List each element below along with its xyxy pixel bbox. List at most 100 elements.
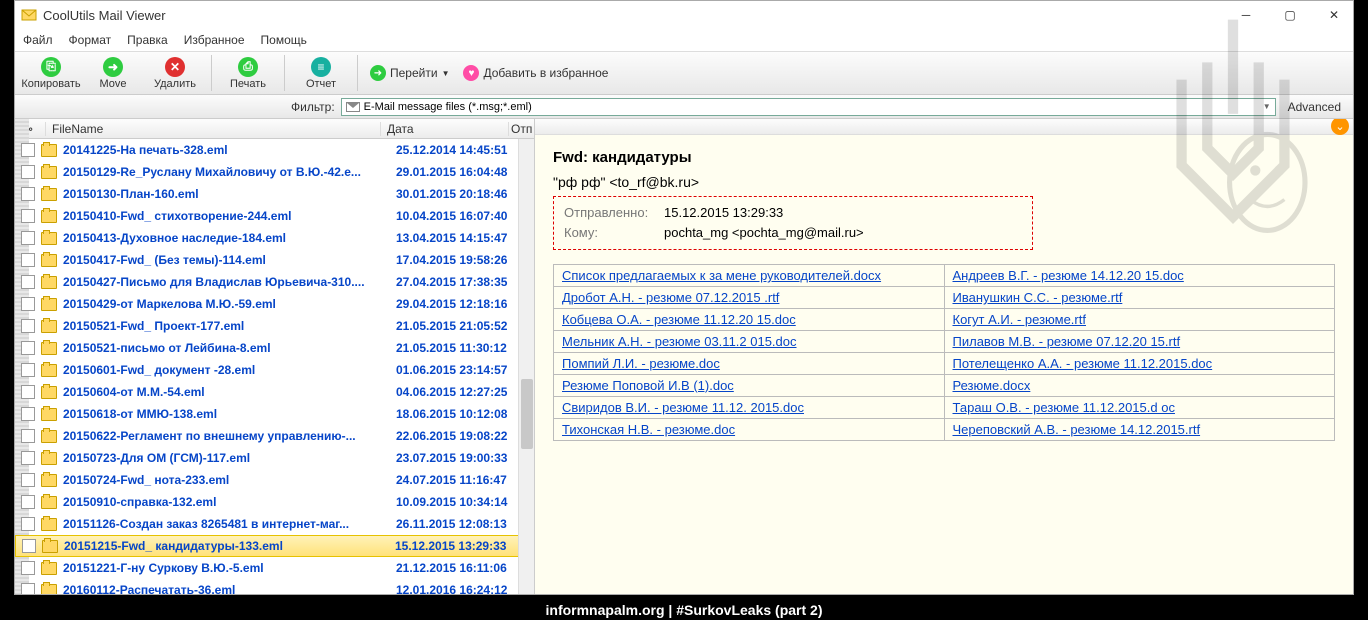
file-name: 20150521-Fwd_ Проект-177.eml bbox=[63, 319, 396, 333]
file-row[interactable]: 20150601-Fwd_ документ -28.eml01.06.2015… bbox=[15, 359, 534, 381]
file-row[interactable]: 20150130-План-160.eml30.01.2015 20:18:46 bbox=[15, 183, 534, 205]
checkbox[interactable] bbox=[21, 253, 35, 267]
attachment-link[interactable]: Мельник А.Н. - резюме 03.11.2 015.doc bbox=[562, 334, 797, 349]
file-row[interactable]: 20150723-Для ОМ (ГСМ)-117.eml23.07.2015 … bbox=[15, 447, 534, 469]
checkbox[interactable] bbox=[21, 473, 35, 487]
attachment-link[interactable]: Тараш О.В. - резюме 11.12.2015.d oc bbox=[953, 400, 1175, 415]
attachment-link[interactable]: Список предлагаемых к за мене руководите… bbox=[562, 268, 881, 283]
folder-icon bbox=[41, 342, 57, 355]
minimize-button[interactable]: ─ bbox=[1233, 5, 1259, 25]
file-date: 17.04.2015 19:58:26 bbox=[396, 253, 534, 267]
file-row[interactable]: 20150413-Духовное наследие-184.eml13.04.… bbox=[15, 227, 534, 249]
checkbox[interactable] bbox=[21, 561, 35, 575]
file-date: 26.11.2015 12:08:13 bbox=[396, 517, 534, 531]
filter-bar: Фильтр: E-Mail message files (*.msg;*.em… bbox=[15, 95, 1353, 119]
menu-edit[interactable]: Правка bbox=[127, 33, 168, 47]
file-date: 10.09.2015 10:34:14 bbox=[396, 495, 534, 509]
attachment-link[interactable]: Иванушкин С.С. - резюме.rtf bbox=[953, 290, 1123, 305]
file-row[interactable]: 20160112-Распечатать-36.eml12.01.2016 16… bbox=[15, 579, 534, 594]
file-row[interactable]: 20151215-Fwd_ кандидатуры-133.eml15.12.2… bbox=[15, 535, 534, 557]
file-list: 20141225-На печать-328.eml25.12.2014 14:… bbox=[15, 139, 534, 594]
file-row[interactable]: 20150427-Письмо для Владислав Юрьевича-3… bbox=[15, 271, 534, 293]
file-list-pane: ⊷ FileName Дата Отп 20141225-На печать-3… bbox=[15, 119, 535, 594]
menu-favorites[interactable]: Избранное bbox=[184, 33, 245, 47]
file-row[interactable]: 20150910-справка-132.eml10.09.2015 10:34… bbox=[15, 491, 534, 513]
checkbox[interactable] bbox=[21, 209, 35, 223]
chevron-down-icon[interactable]: ⌄ bbox=[1331, 119, 1349, 135]
file-name: 20150427-Письмо для Владислав Юрьевича-3… bbox=[63, 275, 396, 289]
file-row[interactable]: 20150604-от М.М.-54.eml04.06.2015 12:27:… bbox=[15, 381, 534, 403]
menu-format[interactable]: Формат bbox=[69, 33, 112, 47]
attachment-link[interactable]: Пилавов М.В. - резюме 07.12.20 15.rtf bbox=[953, 334, 1181, 349]
scrollbar[interactable] bbox=[518, 139, 534, 594]
attachment-link[interactable]: Андреев В.Г. - резюме 14.12.20 15.doc bbox=[953, 268, 1184, 283]
go-button[interactable]: ➜Перейти▼ bbox=[364, 63, 455, 83]
print-button[interactable]: ⎙Печать bbox=[218, 53, 278, 93]
add-favorite-button[interactable]: ♥Добавить в избранное bbox=[457, 63, 614, 83]
file-name: 20150724-Fwd_ нота-233.eml bbox=[63, 473, 396, 487]
checkbox[interactable] bbox=[21, 297, 35, 311]
file-row[interactable]: 20150618-от ММЮ-138.eml18.06.2015 10:12:… bbox=[15, 403, 534, 425]
attachment-link[interactable]: Череповский А.В. - резюме 14.12.2015.rtf bbox=[953, 422, 1201, 437]
file-row[interactable]: 20150521-Fwd_ Проект-177.eml21.05.2015 2… bbox=[15, 315, 534, 337]
file-row[interactable]: 20150724-Fwd_ нота-233.eml24.07.2015 11:… bbox=[15, 469, 534, 491]
folder-icon bbox=[41, 298, 57, 311]
delete-button[interactable]: ✕Удалить bbox=[145, 53, 205, 93]
maximize-button[interactable]: ▢ bbox=[1277, 5, 1303, 25]
checkbox[interactable] bbox=[21, 385, 35, 399]
filter-input[interactable]: E-Mail message files (*.msg;*.eml) ▼ bbox=[341, 98, 1276, 116]
menu-file[interactable]: Файл bbox=[23, 33, 53, 47]
attachment-link[interactable]: Свиридов В.И. - резюме 11.12. 2015.doc bbox=[562, 400, 804, 415]
file-row[interactable]: 20150417-Fwd_ (Без темы)-114.eml17.04.20… bbox=[15, 249, 534, 271]
attachment-link[interactable]: Помпий Л.И. - резюме.doc bbox=[562, 356, 720, 371]
report-button[interactable]: ≡Отчет bbox=[291, 53, 351, 93]
file-row[interactable]: 20150429-от Маркелова М.Ю.-59.eml29.04.2… bbox=[15, 293, 534, 315]
file-row[interactable]: 20151126-Создан заказ 8265481 в интернет… bbox=[15, 513, 534, 535]
folder-icon bbox=[41, 254, 57, 267]
attachment-link[interactable]: Тихонская Н.В. - резюме.doc bbox=[562, 422, 735, 437]
checkbox[interactable] bbox=[21, 165, 35, 179]
col-date[interactable]: Дата bbox=[380, 122, 508, 136]
attachment-link[interactable]: Потелещенко А.А. - резюме 11.12.2015.doc bbox=[953, 356, 1213, 371]
file-row[interactable]: 20141225-На печать-328.eml25.12.2014 14:… bbox=[15, 139, 534, 161]
checkbox[interactable] bbox=[21, 517, 35, 531]
attachment-link[interactable]: Когут А.И. - резюме.rtf bbox=[953, 312, 1086, 327]
advanced-link[interactable]: Advanced bbox=[1282, 100, 1347, 114]
folder-icon bbox=[41, 518, 57, 531]
checkbox[interactable] bbox=[21, 231, 35, 245]
checkbox[interactable] bbox=[21, 341, 35, 355]
checkbox[interactable] bbox=[21, 143, 35, 157]
checkbox[interactable] bbox=[21, 407, 35, 421]
move-button[interactable]: ➜Move bbox=[83, 53, 143, 93]
col-from[interactable]: Отп bbox=[508, 122, 534, 136]
attachment-link[interactable]: Резюме Поповой И.В (1).doc bbox=[562, 378, 734, 393]
attachment-link[interactable]: Дробот А.Н. - резюме 07.12.2015 .rtf bbox=[562, 290, 779, 305]
checkbox[interactable] bbox=[22, 539, 36, 553]
checkbox[interactable] bbox=[21, 451, 35, 465]
close-button[interactable]: ✕ bbox=[1321, 5, 1347, 25]
checkbox[interactable] bbox=[21, 187, 35, 201]
file-row[interactable]: 20150129-Re_Руслану Михайловичу от В.Ю.-… bbox=[15, 161, 534, 183]
filter-label: Фильтр: bbox=[291, 100, 335, 114]
checkbox[interactable] bbox=[21, 319, 35, 333]
copy-button[interactable]: ⎘Копировать bbox=[21, 53, 81, 93]
checkbox[interactable] bbox=[21, 583, 35, 594]
attachment-link[interactable]: Кобцева О.А. - резюме 11.12.20 15.doc bbox=[562, 312, 796, 327]
folder-icon bbox=[41, 144, 57, 157]
file-date: 18.06.2015 10:12:08 bbox=[396, 407, 534, 421]
checkbox[interactable] bbox=[21, 275, 35, 289]
checkbox[interactable] bbox=[21, 363, 35, 377]
file-row[interactable]: 20150410-Fwd_ стихотворение-244.eml10.04… bbox=[15, 205, 534, 227]
file-row[interactable]: 20151221-Г-ну Суркову В.Ю.-5.eml21.12.20… bbox=[15, 557, 534, 579]
folder-icon bbox=[41, 386, 57, 399]
menu-help[interactable]: Помощь bbox=[261, 33, 307, 47]
checkbox[interactable] bbox=[21, 429, 35, 443]
file-row[interactable]: 20150521-письмо от Лейбина-8.eml21.05.20… bbox=[15, 337, 534, 359]
checkbox[interactable] bbox=[21, 495, 35, 509]
col-filename[interactable]: FileName bbox=[45, 122, 380, 136]
file-row[interactable]: 20150622-Регламент по внешнему управлени… bbox=[15, 425, 534, 447]
attachment-link[interactable]: Резюме.docx bbox=[953, 378, 1031, 393]
folder-icon bbox=[41, 210, 57, 223]
file-date: 10.04.2015 16:07:40 bbox=[396, 209, 534, 223]
file-date: 12.01.2016 16:24:12 bbox=[396, 583, 534, 594]
